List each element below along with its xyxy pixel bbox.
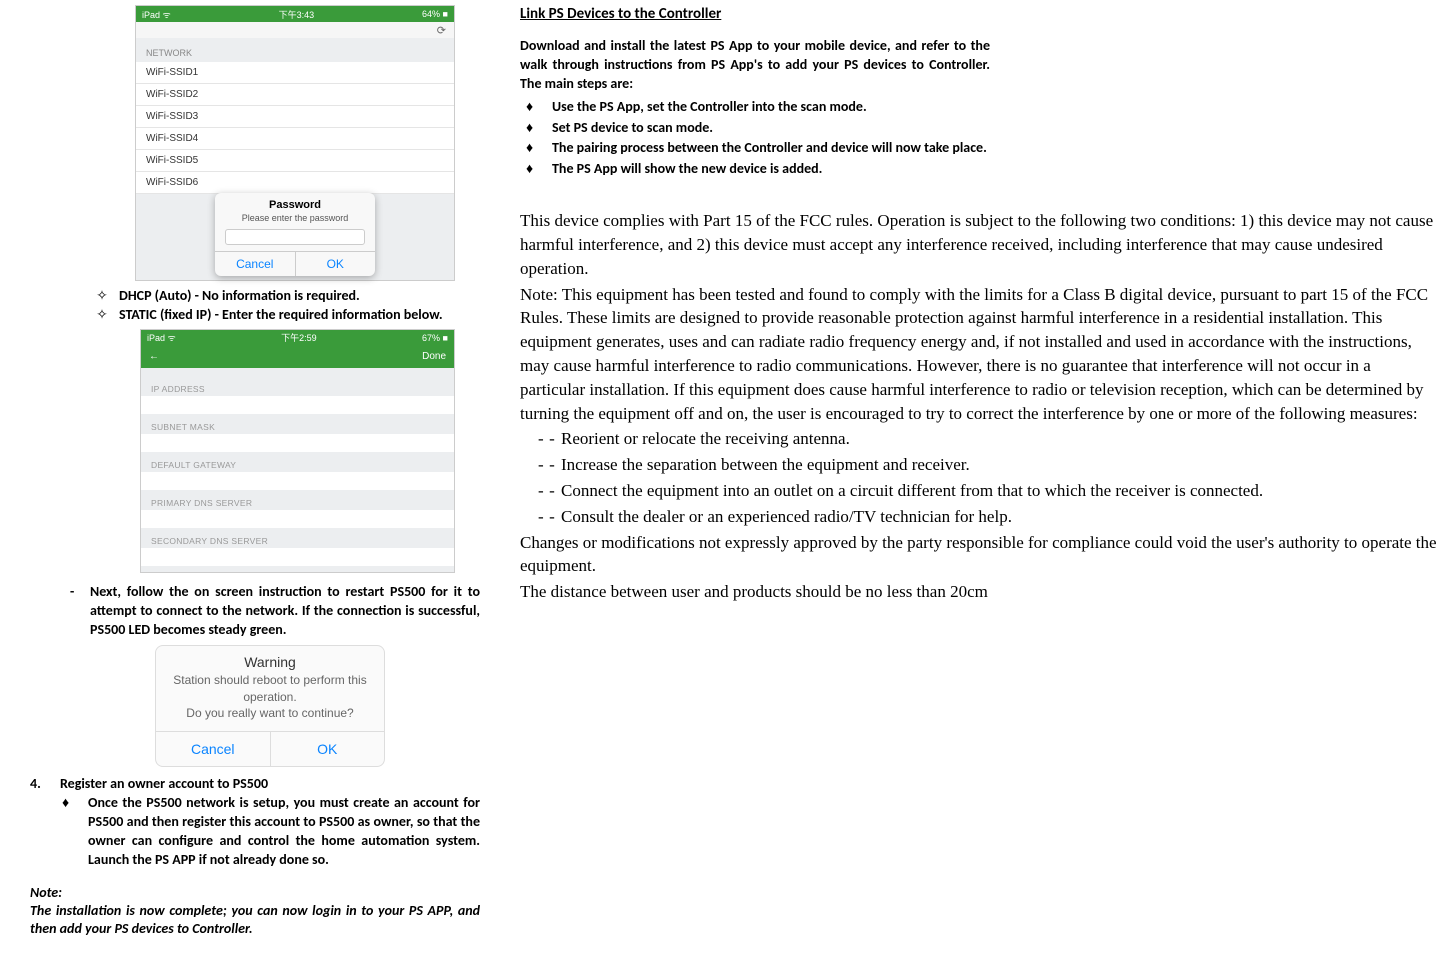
status-time: 下午2:59 — [281, 331, 317, 344]
field-label: PRIMARY DNS SERVER — [141, 490, 454, 510]
status-left: iPad ᯤ — [147, 331, 176, 344]
warning-line2: Do you really want to continue? — [186, 706, 353, 720]
link-step: The PS App will show the new device is a… — [552, 160, 990, 179]
bullet-icon: ♦ — [526, 98, 540, 117]
warning-body: Station should reboot to perform this op… — [156, 672, 384, 731]
wifi-row[interactable]: WiFi-SSID1 — [136, 62, 454, 84]
subnet-mask-field[interactable] — [141, 434, 454, 452]
wifi-list-screenshot: iPad ᯤ 下午3:43 64% ■ ⟳ NETWORK WiFi-SSID1… — [135, 5, 455, 281]
warning-ok-button[interactable]: OK — [271, 732, 385, 766]
password-input[interactable] — [225, 229, 365, 245]
wifi-row[interactable]: WiFi-SSID3 — [136, 106, 454, 128]
install-complete-note: Note: The installation is now complete; … — [30, 884, 480, 939]
note-body: The installation is now complete; you ca… — [30, 902, 480, 938]
link-devices-heading: Link PS Devices to the Controller — [520, 5, 1445, 23]
done-button[interactable]: Done — [422, 351, 446, 362]
nav-bar: Done — [141, 346, 454, 368]
link-step: Set PS device to scan mode. — [552, 119, 990, 138]
bullet-icon: ♦ — [526, 139, 540, 158]
fcc-p3: Changes or modifications not expressly a… — [520, 531, 1440, 579]
dash-icon — [538, 455, 561, 474]
status-bar: iPad ᯤ 下午2:59 67% ■ — [141, 330, 454, 346]
fcc-measure: Increase the separation between the equi… — [561, 455, 970, 474]
link-intro: Download and install the latest PS App t… — [520, 37, 990, 94]
warning-dialog-screenshot: Warning Station should reboot to perform… — [155, 645, 385, 767]
ok-button[interactable]: OK — [296, 252, 376, 276]
bullet-icon: ♦ — [526, 160, 540, 179]
ip-mode-list: ✧ DHCP (Auto) - No information is require… — [95, 287, 510, 325]
dash-icon — [538, 429, 561, 448]
note-label: Note: — [30, 884, 480, 902]
fcc-p1: This device complies with Part 15 of the… — [520, 209, 1440, 280]
diamond-icon: ✧ — [95, 306, 109, 325]
step-title: Register an owner account to PS500 — [60, 775, 268, 792]
field-label: IP ADDRESS — [141, 376, 454, 396]
wifi-row[interactable]: WiFi-SSID4 — [136, 128, 454, 150]
status-time: 下午3:43 — [279, 8, 315, 21]
primary-dns-field[interactable] — [141, 510, 454, 528]
refresh-icon[interactable]: ⟳ — [136, 22, 454, 38]
status-right: 64% ■ — [422, 9, 448, 19]
fcc-measure: Consult the dealer or an experienced rad… — [561, 507, 1012, 526]
dash-icon — [538, 507, 561, 526]
modal-subtitle: Please enter the password — [215, 211, 375, 229]
restart-text: Next, follow the on screen instruction t… — [90, 583, 480, 640]
warning-cancel-button[interactable]: Cancel — [156, 732, 271, 766]
warning-title: Warning — [156, 646, 384, 672]
static-text: STATIC (fixed IP) - Enter the required i… — [119, 306, 510, 325]
warning-line1: Station should reboot to perform this op… — [173, 673, 366, 703]
password-modal: Password Please enter the password Cance… — [215, 193, 375, 276]
bullet-icon: ♦ — [526, 119, 540, 138]
dash-icon — [520, 481, 561, 500]
ip-address-field[interactable] — [141, 396, 454, 414]
fcc-statement: This device complies with Part 15 of the… — [520, 209, 1440, 604]
status-left: iPad ᯤ — [142, 8, 171, 21]
step-number: 4. — [30, 775, 50, 792]
step-body: Once the PS500 network is setup, you mus… — [88, 794, 480, 870]
status-right: 67% ■ — [422, 333, 448, 343]
default-gateway-field[interactable] — [141, 472, 454, 490]
network-section-label: NETWORK — [136, 38, 454, 62]
fcc-p4: The distance between user and products s… — [520, 580, 1440, 604]
fcc-measure: Connect the equipment into an outlet on … — [561, 481, 1263, 500]
wifi-row[interactable]: WiFi-SSID6 — [136, 172, 454, 194]
step-4: 4. Register an owner account to PS500 ♦ … — [30, 775, 480, 870]
link-steps-list: ♦ Use the PS App, set the Controller into… — [520, 98, 990, 180]
fcc-measure: Reorient or relocate the receiving anten… — [561, 429, 850, 448]
dash-icon: - — [70, 583, 78, 640]
modal-title: Password — [215, 193, 375, 211]
field-label: SUBNET MASK — [141, 414, 454, 434]
diamond-icon: ✧ — [95, 287, 109, 306]
wifi-row[interactable]: WiFi-SSID2 — [136, 84, 454, 106]
fcc-p2: Note: This equipment has been tested and… — [520, 283, 1440, 426]
back-icon[interactable] — [149, 351, 159, 362]
field-label: SECONDARY DNS SERVER — [141, 528, 454, 548]
link-step: Use the PS App, set the Controller into … — [552, 98, 990, 117]
dhcp-text: DHCP (Auto) - No information is required… — [119, 287, 510, 306]
restart-instruction: - Next, follow the on screen instruction… — [70, 583, 480, 640]
link-step: The pairing process between the Controll… — [552, 139, 990, 158]
bullet-icon: ♦ — [62, 794, 76, 811]
cancel-button[interactable]: Cancel — [215, 252, 296, 276]
status-bar: iPad ᯤ 下午3:43 64% ■ — [136, 6, 454, 22]
ip-settings-screenshot: iPad ᯤ 下午2:59 67% ■ Done IP ADDRESS SUBN… — [140, 329, 455, 573]
wifi-row[interactable]: WiFi-SSID5 — [136, 150, 454, 172]
secondary-dns-field[interactable] — [141, 548, 454, 566]
field-label: DEFAULT GATEWAY — [141, 452, 454, 472]
